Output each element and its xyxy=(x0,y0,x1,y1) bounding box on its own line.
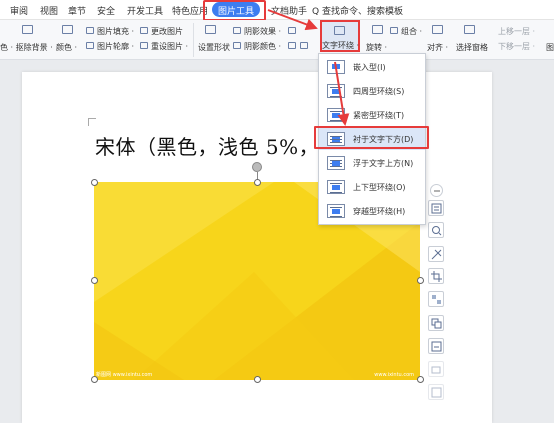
wrap-top-bottom-item[interactable]: 上下型环绕(O) xyxy=(319,176,425,198)
through-wrap-icon xyxy=(327,204,345,218)
shadow-color-button[interactable]: 阴影颜色 · xyxy=(244,41,281,52)
zoom-button[interactable] xyxy=(428,222,444,238)
align-button[interactable]: 对齐 · xyxy=(427,42,448,53)
resize-handle-mr[interactable] xyxy=(417,277,424,284)
resize-handle-tl[interactable] xyxy=(91,179,98,186)
send-backward-button[interactable]: 下移一层 · xyxy=(498,41,535,52)
menu-chapter[interactable]: 章节 xyxy=(68,4,86,17)
set-shape-icon xyxy=(205,25,216,34)
minus-icon xyxy=(434,190,440,192)
grid-icon xyxy=(431,387,442,398)
inline-wrap-icon xyxy=(327,60,345,74)
wrap-in-front-item[interactable]: 浮于文字上方(N) xyxy=(319,152,425,174)
shadow-nudge-down-icon xyxy=(288,42,296,49)
rotate-button[interactable]: 旋转 · xyxy=(366,42,387,53)
behind-text-highlight xyxy=(314,126,429,149)
layout-options-button[interactable] xyxy=(428,200,444,216)
image-to-text-button[interactable] xyxy=(428,338,444,354)
crop-button[interactable] xyxy=(428,268,444,284)
wrap-inline-label: 嵌入型(I) xyxy=(353,63,386,72)
picture-outline-button[interactable]: 图片轮廓 · xyxy=(97,41,134,52)
wrap-in-front-label: 浮于文字上方(N) xyxy=(353,159,414,168)
copy-icon xyxy=(431,318,442,329)
outline-icon xyxy=(86,42,94,49)
resize-handle-tm[interactable] xyxy=(254,179,261,186)
rotate-icon xyxy=(372,25,383,34)
wrap-inline-item[interactable]: 嵌入型(I) xyxy=(319,56,425,78)
shadow-nudge-icon xyxy=(288,27,296,34)
remove-bg-icon xyxy=(22,25,33,34)
change-image-icon xyxy=(140,27,148,34)
combine-button[interactable]: 组合 · xyxy=(401,26,422,37)
color-icon xyxy=(62,25,73,34)
resize-handle-ml[interactable] xyxy=(91,277,98,284)
zoom-icon xyxy=(432,226,442,236)
top-bottom-wrap-icon xyxy=(327,180,345,194)
wrap-square-label: 四周型环绕(S) xyxy=(353,87,405,96)
copy-image-button[interactable] xyxy=(428,315,444,331)
shadow-color-icon xyxy=(233,42,241,49)
resize-handle-br[interactable] xyxy=(417,376,424,383)
ai-cutout-button[interactable] xyxy=(428,246,444,262)
extra-tools-button[interactable] xyxy=(428,384,444,400)
more-tools-button[interactable] xyxy=(428,361,444,377)
shadow-effect-icon xyxy=(233,27,241,34)
remove-bg-button[interactable]: 色 · 抠除背景 · xyxy=(0,42,53,53)
shadow-effect-button[interactable]: 阴影效果 · xyxy=(244,26,281,37)
wrap-through-label: 穿越型环绕(H) xyxy=(353,207,406,216)
image-text-icon xyxy=(431,341,442,352)
color-button[interactable]: 颜色 · xyxy=(56,42,77,53)
set-shape-button[interactable]: 设置形状 xyxy=(198,42,230,53)
ribbon: 色 · 抠除背景 · 颜色 · 图片填充 · 图片轮廓 · 更改图片 重设图片 … xyxy=(0,20,554,60)
wrap-top-bottom-label: 上下型环绕(O) xyxy=(353,183,406,192)
square-wrap-icon xyxy=(327,84,345,98)
change-image-button[interactable]: 更改图片 xyxy=(151,26,183,37)
more-ribbon-button[interactable]: 图 xyxy=(546,42,554,53)
stack-icon xyxy=(431,366,441,374)
layout-icon xyxy=(431,203,442,214)
menu-view[interactable]: 视图 xyxy=(40,4,58,17)
text-wrap-label: 文字环绕 · xyxy=(322,41,360,50)
rotate-handle[interactable] xyxy=(252,162,262,172)
reset-image-icon xyxy=(140,42,148,49)
menu-doc-assistant[interactable]: 文档助手 xyxy=(271,4,307,17)
picture-tools-highlight xyxy=(203,0,266,21)
ribbon-separator xyxy=(193,23,194,57)
menu-bar: 审阅 视图 章节 安全 开发工具 特色应用 图片工具 文档助手 Q 查找命令、搜… xyxy=(0,0,554,20)
resize-handle-bl[interactable] xyxy=(91,376,98,383)
in-front-icon xyxy=(327,156,345,170)
watermark-right: www.ixintu.com xyxy=(374,372,414,378)
cutout-icon xyxy=(431,249,442,260)
watermark-left: 新图网 www.ixintu.com xyxy=(96,372,153,378)
picture-fill-button[interactable]: 图片填充 · xyxy=(97,26,134,37)
tight-wrap-icon xyxy=(327,108,345,122)
align-icon xyxy=(432,25,443,34)
menu-review[interactable]: 审阅 xyxy=(10,4,28,17)
selection-pane-button[interactable]: 选择窗格 xyxy=(456,42,488,53)
combine-icon xyxy=(390,27,398,34)
text-wrap-button[interactable]: 文字环绕 · xyxy=(320,20,360,52)
wrap-tight-label: 紧密型环绕(T) xyxy=(353,111,405,120)
bring-forward-button[interactable]: 上移一层 · xyxy=(498,26,535,37)
document-text[interactable]: 宋体（黑色，浅色 5%， xyxy=(95,131,319,160)
resize-handle-bm[interactable] xyxy=(254,376,261,383)
selection-pane-icon xyxy=(464,25,475,34)
margin-corner-mark xyxy=(88,118,96,126)
shadow-nudge-right-icon xyxy=(300,42,308,49)
wrap-square-item[interactable]: 四周型环绕(S) xyxy=(319,80,425,102)
mosaic-icon xyxy=(432,295,441,304)
fill-icon xyxy=(86,27,94,34)
menu-search[interactable]: Q 查找命令、搜索模板 xyxy=(312,4,403,17)
mosaic-button[interactable] xyxy=(428,291,444,307)
wrap-through-item[interactable]: 穿越型环绕(H) xyxy=(319,200,425,222)
crop-icon xyxy=(431,271,442,282)
collapse-toolbar-button[interactable] xyxy=(430,184,443,197)
wrap-tight-item[interactable]: 紧密型环绕(T) xyxy=(319,104,425,126)
menu-security[interactable]: 安全 xyxy=(97,4,115,17)
reset-image-button[interactable]: 重设图片 · xyxy=(151,41,188,52)
text-wrap-icon xyxy=(334,26,345,35)
menu-developer[interactable]: 开发工具 xyxy=(127,4,163,17)
